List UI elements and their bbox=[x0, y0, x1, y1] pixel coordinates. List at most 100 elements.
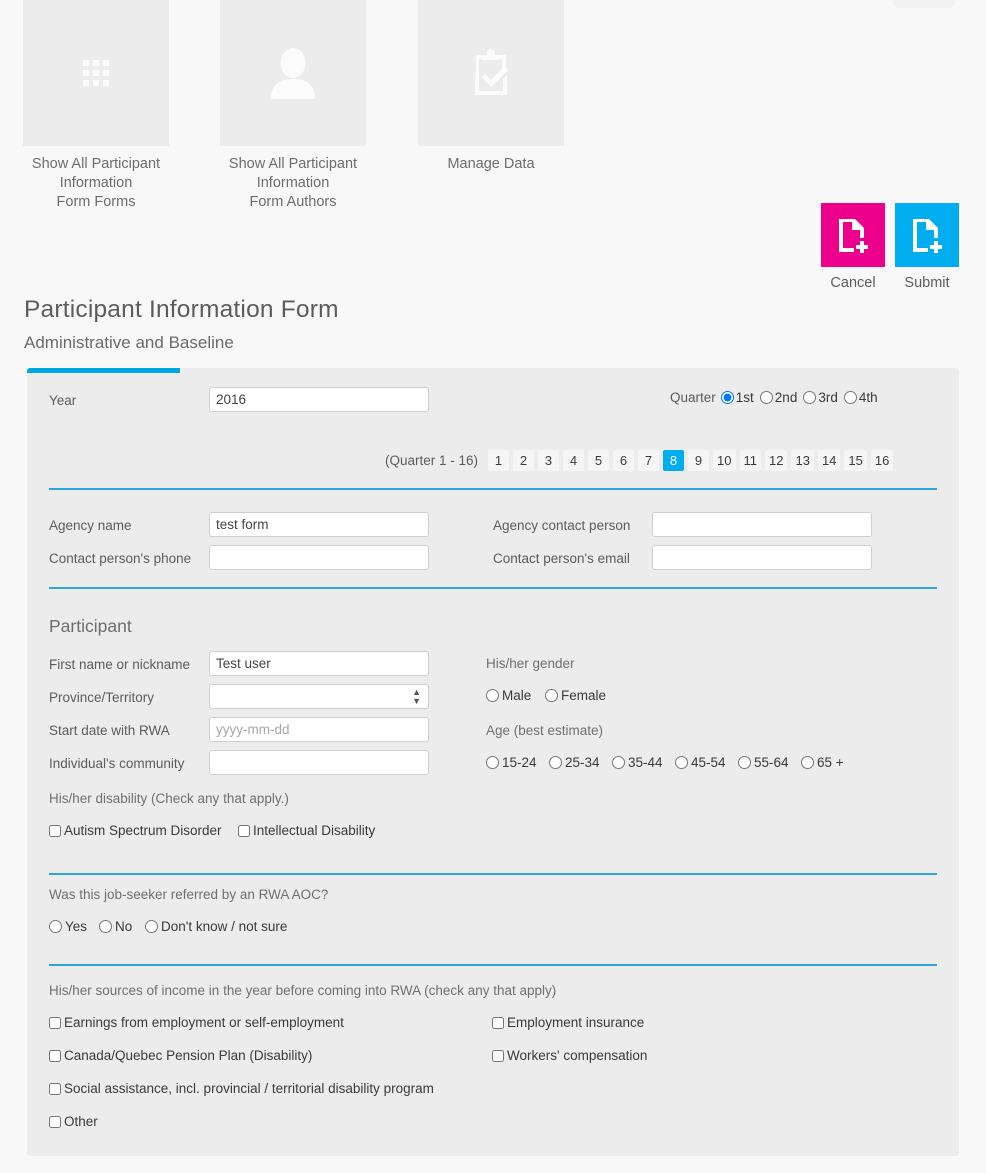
income-checkbox-social-assistance[interactable] bbox=[49, 1082, 61, 1095]
disability-checkbox-autism[interactable] bbox=[49, 824, 61, 837]
age-radio-55-64[interactable] bbox=[738, 756, 751, 769]
age-radio-45-54[interactable] bbox=[675, 756, 688, 769]
age-option-45-54[interactable]: 45-54 bbox=[675, 755, 726, 770]
referral-option-dont-know[interactable]: Don't know / not sure bbox=[145, 919, 287, 934]
quarter-radio-3rd[interactable] bbox=[803, 391, 817, 404]
quarter-option-4th-label: 4th bbox=[858, 390, 878, 405]
quarter-radio-group: Quarter 1st 2nd 3rd 4th bbox=[670, 390, 884, 405]
contact-email-label: Contact person's email bbox=[493, 551, 630, 566]
contact-phone-input[interactable] bbox=[209, 545, 429, 570]
age-option-35-44-label: 35-44 bbox=[628, 755, 663, 770]
divider-income bbox=[49, 964, 937, 966]
age-option-15-24[interactable]: 15-24 bbox=[486, 755, 537, 770]
progress-bar bbox=[27, 368, 180, 373]
tile-thumbnail bbox=[220, 0, 366, 146]
community-input[interactable] bbox=[209, 750, 429, 775]
gender-radio-female[interactable] bbox=[545, 689, 558, 702]
referral-option-yes[interactable]: Yes bbox=[49, 919, 87, 934]
referral-radio-yes[interactable] bbox=[49, 920, 62, 933]
income-option-social-assistance[interactable]: Social assistance, incl. provincial / te… bbox=[49, 1081, 434, 1096]
quarter-number-6[interactable]: 6 bbox=[613, 450, 635, 471]
top-right-pill bbox=[893, 0, 955, 8]
quarter-number-12[interactable]: 12 bbox=[765, 450, 788, 471]
province-select[interactable]: ▲ ▼ bbox=[209, 684, 429, 709]
divider-referral bbox=[49, 873, 937, 875]
contact-email-input[interactable] bbox=[652, 545, 872, 570]
quarter-number-15[interactable]: 15 bbox=[844, 450, 867, 471]
referral-option-no[interactable]: No bbox=[99, 919, 132, 934]
quarter-number-7[interactable]: 7 bbox=[638, 450, 660, 471]
income-option-cpp[interactable]: Canada/Quebec Pension Plan (Disability) bbox=[49, 1048, 312, 1063]
contact-phone-label: Contact person's phone bbox=[49, 551, 192, 566]
quarter-option-4th[interactable]: 4th bbox=[843, 390, 878, 405]
income-option-earnings[interactable]: Earnings from employment or self-employm… bbox=[49, 1015, 344, 1030]
province-label: Province/Territory bbox=[49, 690, 155, 705]
disability-option-autism[interactable]: Autism Spectrum Disorder bbox=[49, 823, 222, 838]
form-card: Year Quarter 1st 2nd 3rd 4th (Qu bbox=[27, 368, 959, 1156]
quarter-number-14[interactable]: 14 bbox=[817, 450, 841, 471]
tile-manage-data[interactable]: Manage Data bbox=[418, 0, 564, 174]
tile-show-all-forms[interactable]: Show All Participant Information Form Fo… bbox=[23, 0, 169, 212]
quarter-radio-4th[interactable] bbox=[843, 391, 857, 404]
age-option-35-44[interactable]: 35-44 bbox=[612, 755, 663, 770]
income-checkbox-earnings[interactable] bbox=[49, 1016, 61, 1029]
income-checkbox-cpp[interactable] bbox=[49, 1049, 61, 1062]
age-option-55-64[interactable]: 55-64 bbox=[738, 755, 789, 770]
quarter-number-4[interactable]: 4 bbox=[563, 450, 585, 471]
disability-checkbox-intellectual[interactable] bbox=[238, 824, 250, 837]
quarter-number-2[interactable]: 2 bbox=[513, 450, 535, 471]
age-radio-35-44[interactable] bbox=[612, 756, 625, 769]
age-radio-25-34[interactable] bbox=[549, 756, 562, 769]
quarter-radio-1st[interactable] bbox=[720, 391, 734, 404]
gender-option-male[interactable]: Male bbox=[486, 688, 531, 703]
referral-radio-dont-know[interactable] bbox=[145, 920, 158, 933]
age-option-25-34[interactable]: 25-34 bbox=[549, 755, 600, 770]
gender-option-male-label: Male bbox=[502, 688, 532, 703]
quarter-option-1st-label: 1st bbox=[735, 390, 754, 405]
quarter-number-5[interactable]: 5 bbox=[588, 450, 610, 471]
quarter-number-11[interactable]: 11 bbox=[739, 450, 761, 471]
income-option-employment-insurance[interactable]: Employment insurance bbox=[492, 1015, 644, 1030]
income-checkbox-employment-insurance[interactable] bbox=[492, 1016, 504, 1029]
income-checkbox-other[interactable] bbox=[49, 1115, 61, 1128]
gender-option-female[interactable]: Female bbox=[545, 688, 606, 703]
quarter-radio-2nd[interactable] bbox=[759, 391, 773, 404]
age-option-65-plus[interactable]: 65 + bbox=[801, 755, 844, 770]
year-label: Year bbox=[49, 393, 77, 408]
age-radio-15-24[interactable] bbox=[486, 756, 499, 769]
page-root: Show All Participant Information Form Fo… bbox=[0, 0, 986, 1173]
first-name-input[interactable] bbox=[209, 651, 429, 676]
grid-icon bbox=[83, 60, 109, 86]
agency-name-input[interactable] bbox=[209, 512, 429, 537]
quarter-number-1[interactable]: 1 bbox=[488, 450, 510, 471]
quarter-option-2nd-label: 2nd bbox=[774, 390, 798, 405]
income-checkbox-workers-comp[interactable] bbox=[492, 1049, 504, 1062]
referral-option-yes-label: Yes bbox=[65, 919, 88, 934]
tile-thumbnail bbox=[23, 0, 169, 146]
quarter-number-3[interactable]: 3 bbox=[538, 450, 560, 471]
quarter-option-1st[interactable]: 1st bbox=[720, 390, 754, 405]
income-option-earnings-label: Earnings from employment or self-employm… bbox=[64, 1015, 344, 1030]
submit-button[interactable]: Submit bbox=[895, 203, 959, 291]
income-option-other[interactable]: Other bbox=[49, 1114, 98, 1129]
divider-participant bbox=[49, 587, 937, 589]
gender-radio-male[interactable] bbox=[486, 689, 499, 702]
cancel-button[interactable]: Cancel bbox=[821, 203, 885, 291]
submit-button-label: Submit bbox=[904, 275, 950, 291]
quarter-option-3rd[interactable]: 3rd bbox=[803, 390, 838, 405]
start-date-input[interactable] bbox=[209, 717, 429, 742]
quarter-option-2nd[interactable]: 2nd bbox=[759, 390, 798, 405]
quarter-number-16[interactable]: 16 bbox=[870, 450, 894, 471]
quarter-number-8[interactable]: 8 bbox=[663, 450, 685, 471]
year-input[interactable] bbox=[209, 387, 429, 412]
quarter-number-13[interactable]: 13 bbox=[791, 450, 814, 471]
income-option-workers-comp[interactable]: Workers' compensation bbox=[492, 1048, 647, 1063]
age-radio-65-plus[interactable] bbox=[801, 756, 814, 769]
quarter-number-9[interactable]: 9 bbox=[688, 450, 710, 471]
tile-show-all-authors[interactable]: Show All Participant Information Form Au… bbox=[220, 0, 366, 212]
quarter-number-10[interactable]: 10 bbox=[713, 450, 736, 471]
referral-radio-no[interactable] bbox=[99, 920, 112, 933]
quarter-range-label: (Quarter 1 - 16) bbox=[385, 453, 479, 468]
agency-contact-input[interactable] bbox=[652, 512, 872, 537]
disability-option-intellectual[interactable]: Intellectual Disability bbox=[238, 823, 375, 838]
